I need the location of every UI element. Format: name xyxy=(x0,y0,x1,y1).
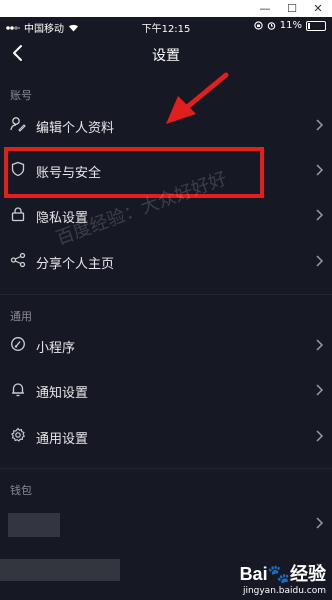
settings-row-label: 通知设置 xyxy=(36,386,89,401)
settings-row-wallet-redacted-1[interactable] xyxy=(0,502,332,546)
battery-level xyxy=(308,22,310,29)
settings-row-mini-programs[interactable]: 小程序 xyxy=(0,324,332,368)
status-right: 11% xyxy=(254,20,326,31)
baidu-brand: Bai🐾经验 xyxy=(239,564,326,584)
chevron-right-icon xyxy=(316,517,324,529)
section-divider xyxy=(0,294,332,295)
chevron-right-icon xyxy=(316,255,324,267)
redacted-block xyxy=(0,559,120,581)
settings-row-label: 编辑个人资料 xyxy=(36,121,115,136)
pointer-arrow-icon xyxy=(166,72,229,124)
chevron-right-icon xyxy=(316,384,324,396)
chevron-right-icon xyxy=(316,164,324,176)
nav-bar: 设置 xyxy=(0,35,332,73)
orientation-lock-icon xyxy=(254,21,263,30)
section-label-wallet: 钱包 xyxy=(10,484,32,497)
window-titlebar: — ☐ ✕ xyxy=(0,0,332,17)
close-window-button[interactable]: ✕ xyxy=(303,0,332,17)
page-title: 设置 xyxy=(152,48,180,64)
baidu-site: jingyan.baidu.com xyxy=(242,586,326,596)
share-icon xyxy=(10,252,26,268)
settings-row-label: 通用设置 xyxy=(36,432,89,447)
baidu-jingyan-logo: Bai🐾经验 jingyan.baidu.com xyxy=(240,560,326,596)
chevron-right-icon xyxy=(316,339,324,351)
settings-row-notifications[interactable]: 通知设置 xyxy=(0,369,332,413)
lock-icon xyxy=(11,207,25,222)
settings-row-label: 分享个人主页 xyxy=(36,257,115,272)
settings-row-general-settings[interactable]: 通用设置 xyxy=(0,415,332,459)
edit-profile-icon xyxy=(10,117,26,132)
settings-row-share-profile[interactable]: 分享个人主页 xyxy=(0,240,332,284)
gear-icon xyxy=(11,427,26,442)
alarm-icon xyxy=(267,22,276,30)
chevron-right-icon xyxy=(316,209,324,221)
chevron-right-icon xyxy=(316,430,324,442)
minimize-button[interactable]: — xyxy=(250,0,280,17)
status-bar: 中国移动 下午12:15 11% xyxy=(0,17,332,35)
link-icon xyxy=(11,337,25,351)
section-label-account: 账号 xyxy=(10,89,32,102)
bell-icon xyxy=(12,383,24,397)
redacted-block xyxy=(8,513,60,537)
chevron-right-icon xyxy=(316,119,324,131)
battery-percent: 11% xyxy=(279,20,302,31)
battery-icon xyxy=(306,20,326,31)
settings-row-label: 小程序 xyxy=(36,341,76,356)
section-divider xyxy=(0,468,332,469)
section-label-general: 通用 xyxy=(10,310,32,323)
